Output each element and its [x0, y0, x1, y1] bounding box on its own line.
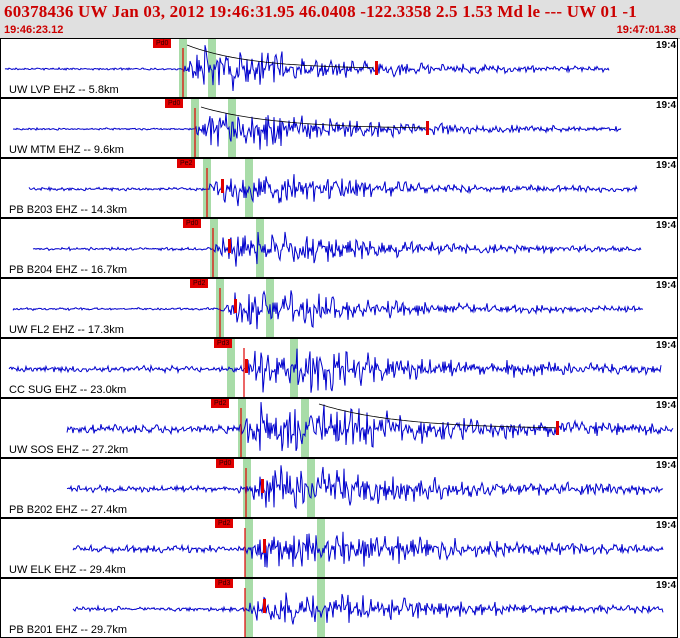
s-pick-marker[interactable] — [263, 539, 266, 553]
event-header: 60378436 UW Jan 03, 2012 19:46:31.95 46.… — [0, 0, 680, 39]
panel-time-tag: 19:4 — [655, 340, 676, 351]
s-pick-marker[interactable] — [245, 359, 248, 373]
waveform — [66, 465, 664, 510]
coda-end-marker[interactable] — [375, 61, 378, 75]
panel-time-tag: 19:4 — [655, 220, 676, 231]
trace-panel[interactable]: Pd3 CC SUG EHZ -- 23.0km 19:4 — [0, 338, 678, 398]
station-label: UW FL2 EHZ -- 17.3km — [9, 324, 124, 336]
pick-label[interactable]: Pd2 — [211, 399, 230, 408]
trace-panel[interactable]: Pd2 UW FL2 EHZ -- 17.3km 19:4 — [0, 278, 678, 338]
waveform — [66, 402, 674, 452]
s-pick-marker[interactable] — [221, 179, 224, 193]
trace-panel[interactable]: Pd3 PB B201 EHZ -- 29.7km 19:4 — [0, 578, 678, 638]
trace-panel[interactable]: Pd0 PB B202 EHZ -- 27.4km 19:4 — [0, 458, 678, 518]
panel-time-tag: 19:4 — [655, 40, 676, 51]
station-label: UW LVP EHZ -- 5.8km — [9, 84, 119, 96]
event-title: 60378436 UW Jan 03, 2012 19:46:31.95 46.… — [4, 2, 637, 21]
s-pick-marker[interactable] — [234, 299, 237, 313]
station-label: UW ELK EHZ -- 29.4km — [9, 564, 126, 576]
panel-time-tag: 19:4 — [655, 580, 676, 591]
pick-label[interactable]: Pd2 — [190, 279, 209, 288]
waveform — [72, 531, 664, 568]
station-label: CC SUG EHZ -- 23.0km — [9, 384, 127, 396]
s-pick-marker[interactable] — [263, 599, 266, 613]
p-phase-band — [210, 219, 218, 277]
trace-panel[interactable]: Pd0 PB B204 EHZ -- 16.7km 19:4 — [0, 218, 678, 278]
pick-label[interactable]: Pd3 — [214, 339, 233, 348]
station-label: PB B202 EHZ -- 27.4km — [9, 504, 127, 516]
panel-time-tag: 19:4 — [655, 160, 676, 171]
pick-label[interactable]: Pd0 — [165, 99, 184, 108]
panel-time-tag: 19:4 — [655, 280, 676, 291]
station-label: UW MTM EHZ -- 9.6km — [9, 144, 124, 156]
waveform — [72, 592, 664, 625]
pick-label[interactable]: Pd0 — [216, 459, 235, 468]
trace-panel[interactable]: Pe2 PB B203 EHZ -- 14.3km 19:4 — [0, 158, 678, 218]
pick-label[interactable]: Pe2 — [177, 159, 196, 168]
window-start-time: 19:46:23.12 — [4, 24, 64, 36]
waveform — [32, 231, 642, 267]
trace-panel[interactable]: Pd0 UW MTM EHZ -- 9.6km 19:4 — [0, 98, 678, 158]
station-label: PB B204 EHZ -- 16.7km — [9, 264, 127, 276]
window-end-time: 19:47:01.38 — [616, 24, 676, 36]
panel-time-tag: 19:4 — [655, 460, 676, 471]
s-pick-marker[interactable] — [261, 479, 264, 493]
pick-label[interactable]: Pd0 — [183, 219, 202, 228]
trace-panel[interactable]: Pd0 UW LVP EHZ -- 5.8km 19:4 — [0, 38, 678, 98]
panel-time-tag: 19:4 — [655, 520, 676, 531]
seismogram-panels: Pd0 UW LVP EHZ -- 5.8km 19:4 Pd0 UW MTM EHZ … — [0, 38, 680, 638]
s-pick-marker[interactable] — [228, 239, 231, 253]
waveform — [28, 174, 638, 207]
trace-panel[interactable]: Pd2 UW SOS EHZ -- 27.2km 19:4 — [0, 398, 678, 458]
s-phase-band — [317, 519, 325, 577]
station-label: PB B201 EHZ -- 29.7km — [9, 624, 127, 636]
panel-time-tag: 19:4 — [655, 100, 676, 111]
station-label: PB B203 EHZ -- 14.3km — [9, 204, 127, 216]
trace-panel[interactable]: Pd2 UW ELK EHZ -- 29.4km 19:4 — [0, 518, 678, 578]
coda-end-marker[interactable] — [556, 421, 559, 435]
station-label: UW SOS EHZ -- 27.2km — [9, 444, 129, 456]
coda-end-marker[interactable] — [426, 121, 429, 135]
pick-label[interactable]: Pd2 — [215, 519, 234, 528]
pick-label[interactable]: Pd0 — [153, 39, 172, 48]
panel-time-tag: 19:4 — [655, 400, 676, 411]
pick-label[interactable]: Pd3 — [215, 579, 234, 588]
